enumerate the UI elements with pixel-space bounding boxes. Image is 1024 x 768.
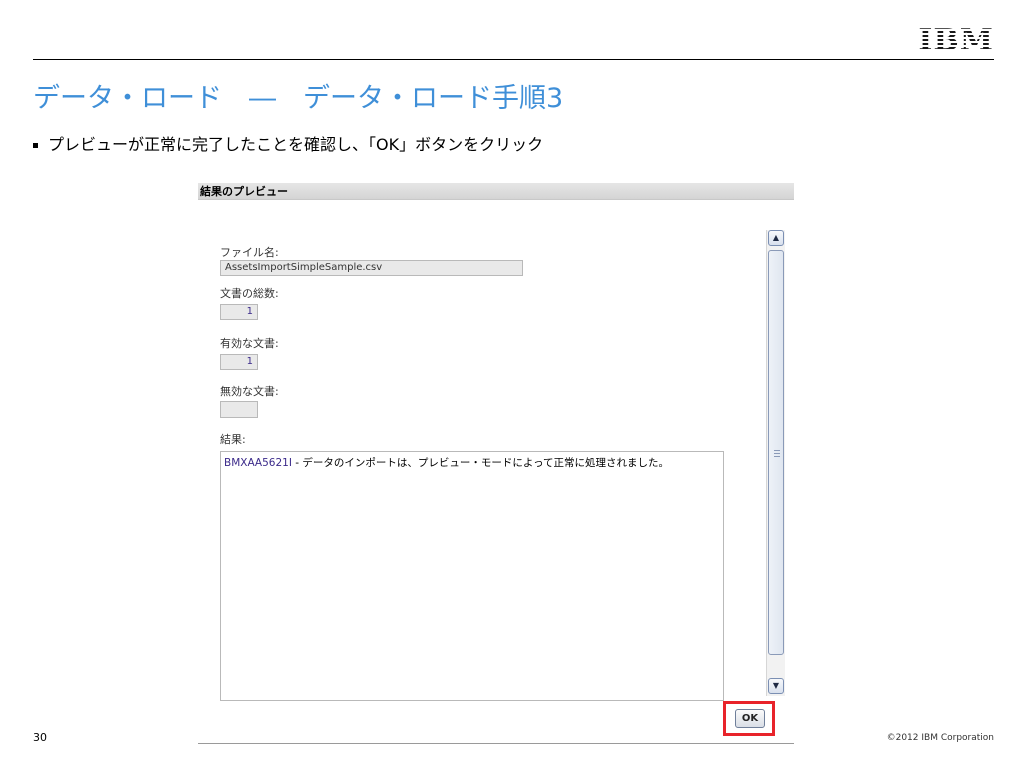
invalid-docs-field[interactable] — [220, 401, 258, 418]
total-docs-label: 文書の総数: — [220, 287, 279, 300]
dialog-bottom-rule — [198, 743, 794, 744]
invalid-docs-label: 無効な文書: — [220, 385, 279, 398]
header-divider — [33, 59, 994, 60]
bullet-icon — [33, 143, 38, 148]
result-code: BMXAA5621I — [224, 457, 292, 469]
file-name-field[interactable]: AssetsImportSimpleSample.csv — [220, 260, 523, 276]
total-docs-field[interactable]: 1 — [220, 304, 258, 320]
grip-line — [774, 453, 780, 454]
result-label: 結果: — [220, 433, 246, 446]
result-textarea[interactable]: BMXAA5621I - データのインポートは、プレビュー・モードによって正常に… — [220, 451, 724, 701]
chevron-up-icon[interactable]: ▲ — [768, 230, 784, 246]
page-number: 30 — [33, 731, 47, 744]
instruction-bullet: プレビューが正常に完了したことを確認し、「OK」ボタンをクリック — [33, 131, 543, 155]
file-name-label: ファイル名: — [220, 246, 279, 259]
valid-docs-label: 有効な文書: — [220, 337, 279, 350]
dialog-header: 結果のプレビュー — [198, 183, 794, 200]
ibm-logo: IBM — [918, 23, 994, 58]
valid-docs-field[interactable]: 1 — [220, 354, 258, 370]
result-message: - データのインポートは、プレビュー・モードによって正常に処理されました。 — [291, 457, 670, 469]
grip-line — [774, 456, 780, 457]
instruction-text: プレビューが正常に完了したことを確認し、「OK」ボタンをクリック — [48, 135, 544, 154]
slide-title: データ・ロード ― データ・ロード手順3 — [33, 83, 564, 114]
copyright-text: ©2012 IBM Corporation — [886, 733, 994, 743]
scrollbar-thumb[interactable] — [768, 250, 784, 655]
vertical-scrollbar[interactable]: ▲ ▼ — [766, 230, 785, 696]
ok-button[interactable]: OK — [735, 709, 765, 728]
chevron-down-icon[interactable]: ▼ — [768, 678, 784, 694]
grip-line — [774, 450, 780, 451]
